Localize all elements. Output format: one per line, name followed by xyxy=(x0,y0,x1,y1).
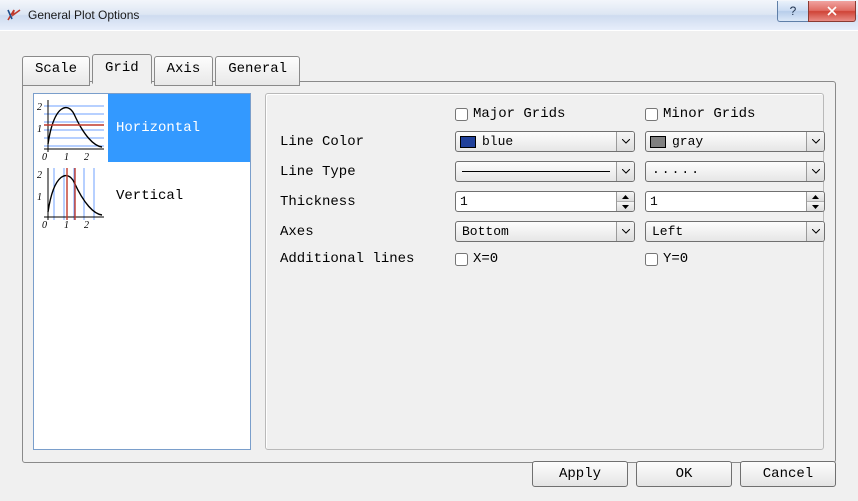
spin-up-icon[interactable] xyxy=(807,192,824,202)
x-zero-label: X=0 xyxy=(473,251,498,267)
svg-text:2: 2 xyxy=(37,102,42,113)
svg-text:1: 1 xyxy=(64,152,69,162)
combo-text: gray xyxy=(670,134,806,149)
label-additional-lines: Additional lines xyxy=(280,251,445,267)
x-zero-check-input[interactable] xyxy=(455,253,468,266)
dialog-buttons: Apply OK Cancel xyxy=(532,461,836,487)
x-zero-checkbox[interactable]: X=0 xyxy=(455,251,635,267)
app-icon xyxy=(6,7,22,23)
svg-text:1: 1 xyxy=(37,192,42,203)
minor-thickness-spinner[interactable] xyxy=(645,191,825,212)
color-swatch-icon xyxy=(650,136,666,148)
combo-text: blue xyxy=(480,134,616,149)
combo-text: Left xyxy=(646,224,806,239)
svg-text:0: 0 xyxy=(42,220,47,230)
svg-text:2: 2 xyxy=(84,152,89,162)
major-grids-checkbox[interactable]: Major Grids xyxy=(455,106,635,122)
svg-text:2: 2 xyxy=(37,170,42,181)
spin-down-icon[interactable] xyxy=(617,202,634,211)
chevron-down-icon xyxy=(616,222,634,241)
y-zero-checkbox[interactable]: Y=0 xyxy=(645,251,825,267)
y-zero-check-input[interactable] xyxy=(645,253,658,266)
chevron-down-icon xyxy=(806,132,824,151)
list-item-horizontal[interactable]: 2 1 0 1 2 Horizontal xyxy=(34,94,250,162)
client-area: Scale Grid Axis General 2 xyxy=(0,30,858,501)
chevron-down-icon xyxy=(616,162,634,181)
combo-text: Bottom xyxy=(456,224,616,239)
spinner-buttons[interactable] xyxy=(616,192,634,211)
apply-button[interactable]: Apply xyxy=(532,461,628,487)
major-line-color-select[interactable]: blue xyxy=(455,131,635,152)
cancel-button[interactable]: Cancel xyxy=(740,461,836,487)
line-style-solid-icon xyxy=(462,171,610,172)
major-grids-check-input[interactable] xyxy=(455,108,468,121)
minor-grids-label: Minor Grids xyxy=(663,106,755,122)
svg-text:1: 1 xyxy=(37,124,42,135)
tab-general[interactable]: General xyxy=(215,56,300,86)
line-style-dotted-icon: ..... xyxy=(652,168,800,176)
major-axes-select[interactable]: Bottom xyxy=(455,221,635,242)
tab-scale[interactable]: Scale xyxy=(22,56,90,86)
minor-grids-checkbox[interactable]: Minor Grids xyxy=(645,106,825,122)
window-buttons: ? xyxy=(777,1,856,21)
major-thickness-spinner[interactable] xyxy=(455,191,635,212)
titlebar: General Plot Options ? xyxy=(0,0,858,31)
color-swatch-icon xyxy=(460,136,476,148)
ok-button[interactable]: OK xyxy=(636,461,732,487)
minor-line-color-select[interactable]: gray xyxy=(645,131,825,152)
minor-thickness-input[interactable] xyxy=(646,194,806,209)
spin-up-icon[interactable] xyxy=(617,192,634,202)
label-line-type: Line Type xyxy=(280,164,445,180)
grid-orientation-list[interactable]: 2 1 0 1 2 Horizontal xyxy=(33,93,251,450)
chevron-down-icon xyxy=(806,162,824,181)
label-thickness: Thickness xyxy=(280,194,445,210)
spinner-buttons[interactable] xyxy=(806,192,824,211)
list-item-vertical[interactable]: 2 1 0 1 2 Vertical xyxy=(34,162,250,230)
help-button[interactable]: ? xyxy=(777,1,808,22)
chevron-down-icon xyxy=(616,132,634,151)
minor-line-type-select[interactable]: ..... xyxy=(645,161,825,182)
svg-text:0: 0 xyxy=(42,152,47,162)
list-item-label: Horizontal xyxy=(108,120,250,136)
grid-properties-panel: Major Grids Minor Grids Line Color blue … xyxy=(265,93,824,450)
major-grids-label: Major Grids xyxy=(473,106,565,122)
label-axes: Axes xyxy=(280,224,445,240)
thumb-vertical-grid-icon: 2 1 0 1 2 xyxy=(34,162,108,230)
svg-text:2: 2 xyxy=(84,220,89,230)
minor-axes-select[interactable]: Left xyxy=(645,221,825,242)
tab-axis[interactable]: Axis xyxy=(154,56,214,86)
window-title: General Plot Options xyxy=(28,8,139,22)
list-item-label: Vertical xyxy=(108,188,250,204)
chevron-down-icon xyxy=(806,222,824,241)
thumb-horizontal-grid-icon: 2 1 0 1 2 xyxy=(34,94,108,162)
spin-down-icon[interactable] xyxy=(807,202,824,211)
minor-grids-check-input[interactable] xyxy=(645,108,658,121)
major-line-type-select[interactable] xyxy=(455,161,635,182)
label-line-color: Line Color xyxy=(280,134,445,150)
close-button[interactable] xyxy=(808,1,856,22)
y-zero-label: Y=0 xyxy=(663,251,688,267)
tab-grid[interactable]: Grid xyxy=(92,54,152,84)
major-thickness-input[interactable] xyxy=(456,194,616,209)
tabstrip: Scale Grid Axis General xyxy=(22,53,302,83)
svg-text:1: 1 xyxy=(64,220,69,230)
